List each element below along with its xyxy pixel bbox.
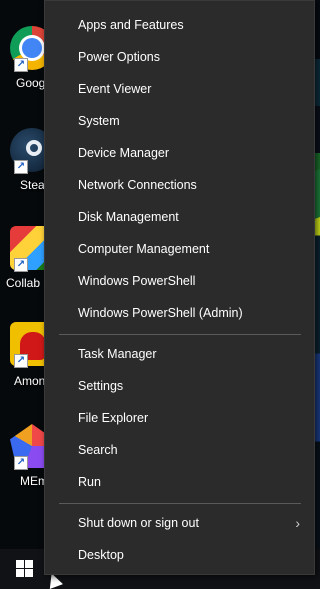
menu-item-shut-down-or-sign-out[interactable]: Shut down or sign out › — [45, 507, 314, 539]
menu-item-file-explorer[interactable]: File Explorer — [45, 402, 314, 434]
menu-item-run[interactable]: Run — [45, 466, 314, 498]
shortcut-arrow-icon: ↗ — [14, 456, 28, 470]
menu-item-windows-powershell[interactable]: Windows PowerShell — [45, 265, 314, 297]
menu-item-windows-powershell-admin[interactable]: Windows PowerShell (Admin) — [45, 297, 314, 329]
menu-separator — [59, 503, 301, 504]
windows-logo-icon — [16, 560, 33, 577]
menu-item-apps-and-features[interactable]: Apps and Features — [45, 9, 314, 41]
menu-item-search[interactable]: Search — [45, 434, 314, 466]
menu-item-event-viewer[interactable]: Event Viewer — [45, 73, 314, 105]
menu-item-computer-management[interactable]: Computer Management — [45, 233, 314, 265]
menu-item-task-manager[interactable]: Task Manager — [45, 338, 314, 370]
menu-item-system[interactable]: System — [45, 105, 314, 137]
menu-item-label: Shut down or sign out — [78, 516, 199, 530]
menu-item-power-options[interactable]: Power Options — [45, 41, 314, 73]
chevron-right-icon: › — [295, 515, 300, 531]
shortcut-arrow-icon: ↗ — [14, 160, 28, 174]
shortcut-arrow-icon: ↗ — [14, 354, 28, 368]
power-user-menu: Apps and Features Power Options Event Vi… — [44, 0, 315, 575]
menu-item-network-connections[interactable]: Network Connections — [45, 169, 314, 201]
menu-item-desktop[interactable]: Desktop — [45, 539, 314, 571]
menu-item-settings[interactable]: Settings — [45, 370, 314, 402]
menu-item-device-manager[interactable]: Device Manager — [45, 137, 314, 169]
menu-item-disk-management[interactable]: Disk Management — [45, 201, 314, 233]
menu-separator — [59, 334, 301, 335]
start-button[interactable] — [0, 549, 45, 589]
shortcut-arrow-icon: ↗ — [14, 58, 28, 72]
shortcut-arrow-icon: ↗ — [14, 258, 28, 272]
